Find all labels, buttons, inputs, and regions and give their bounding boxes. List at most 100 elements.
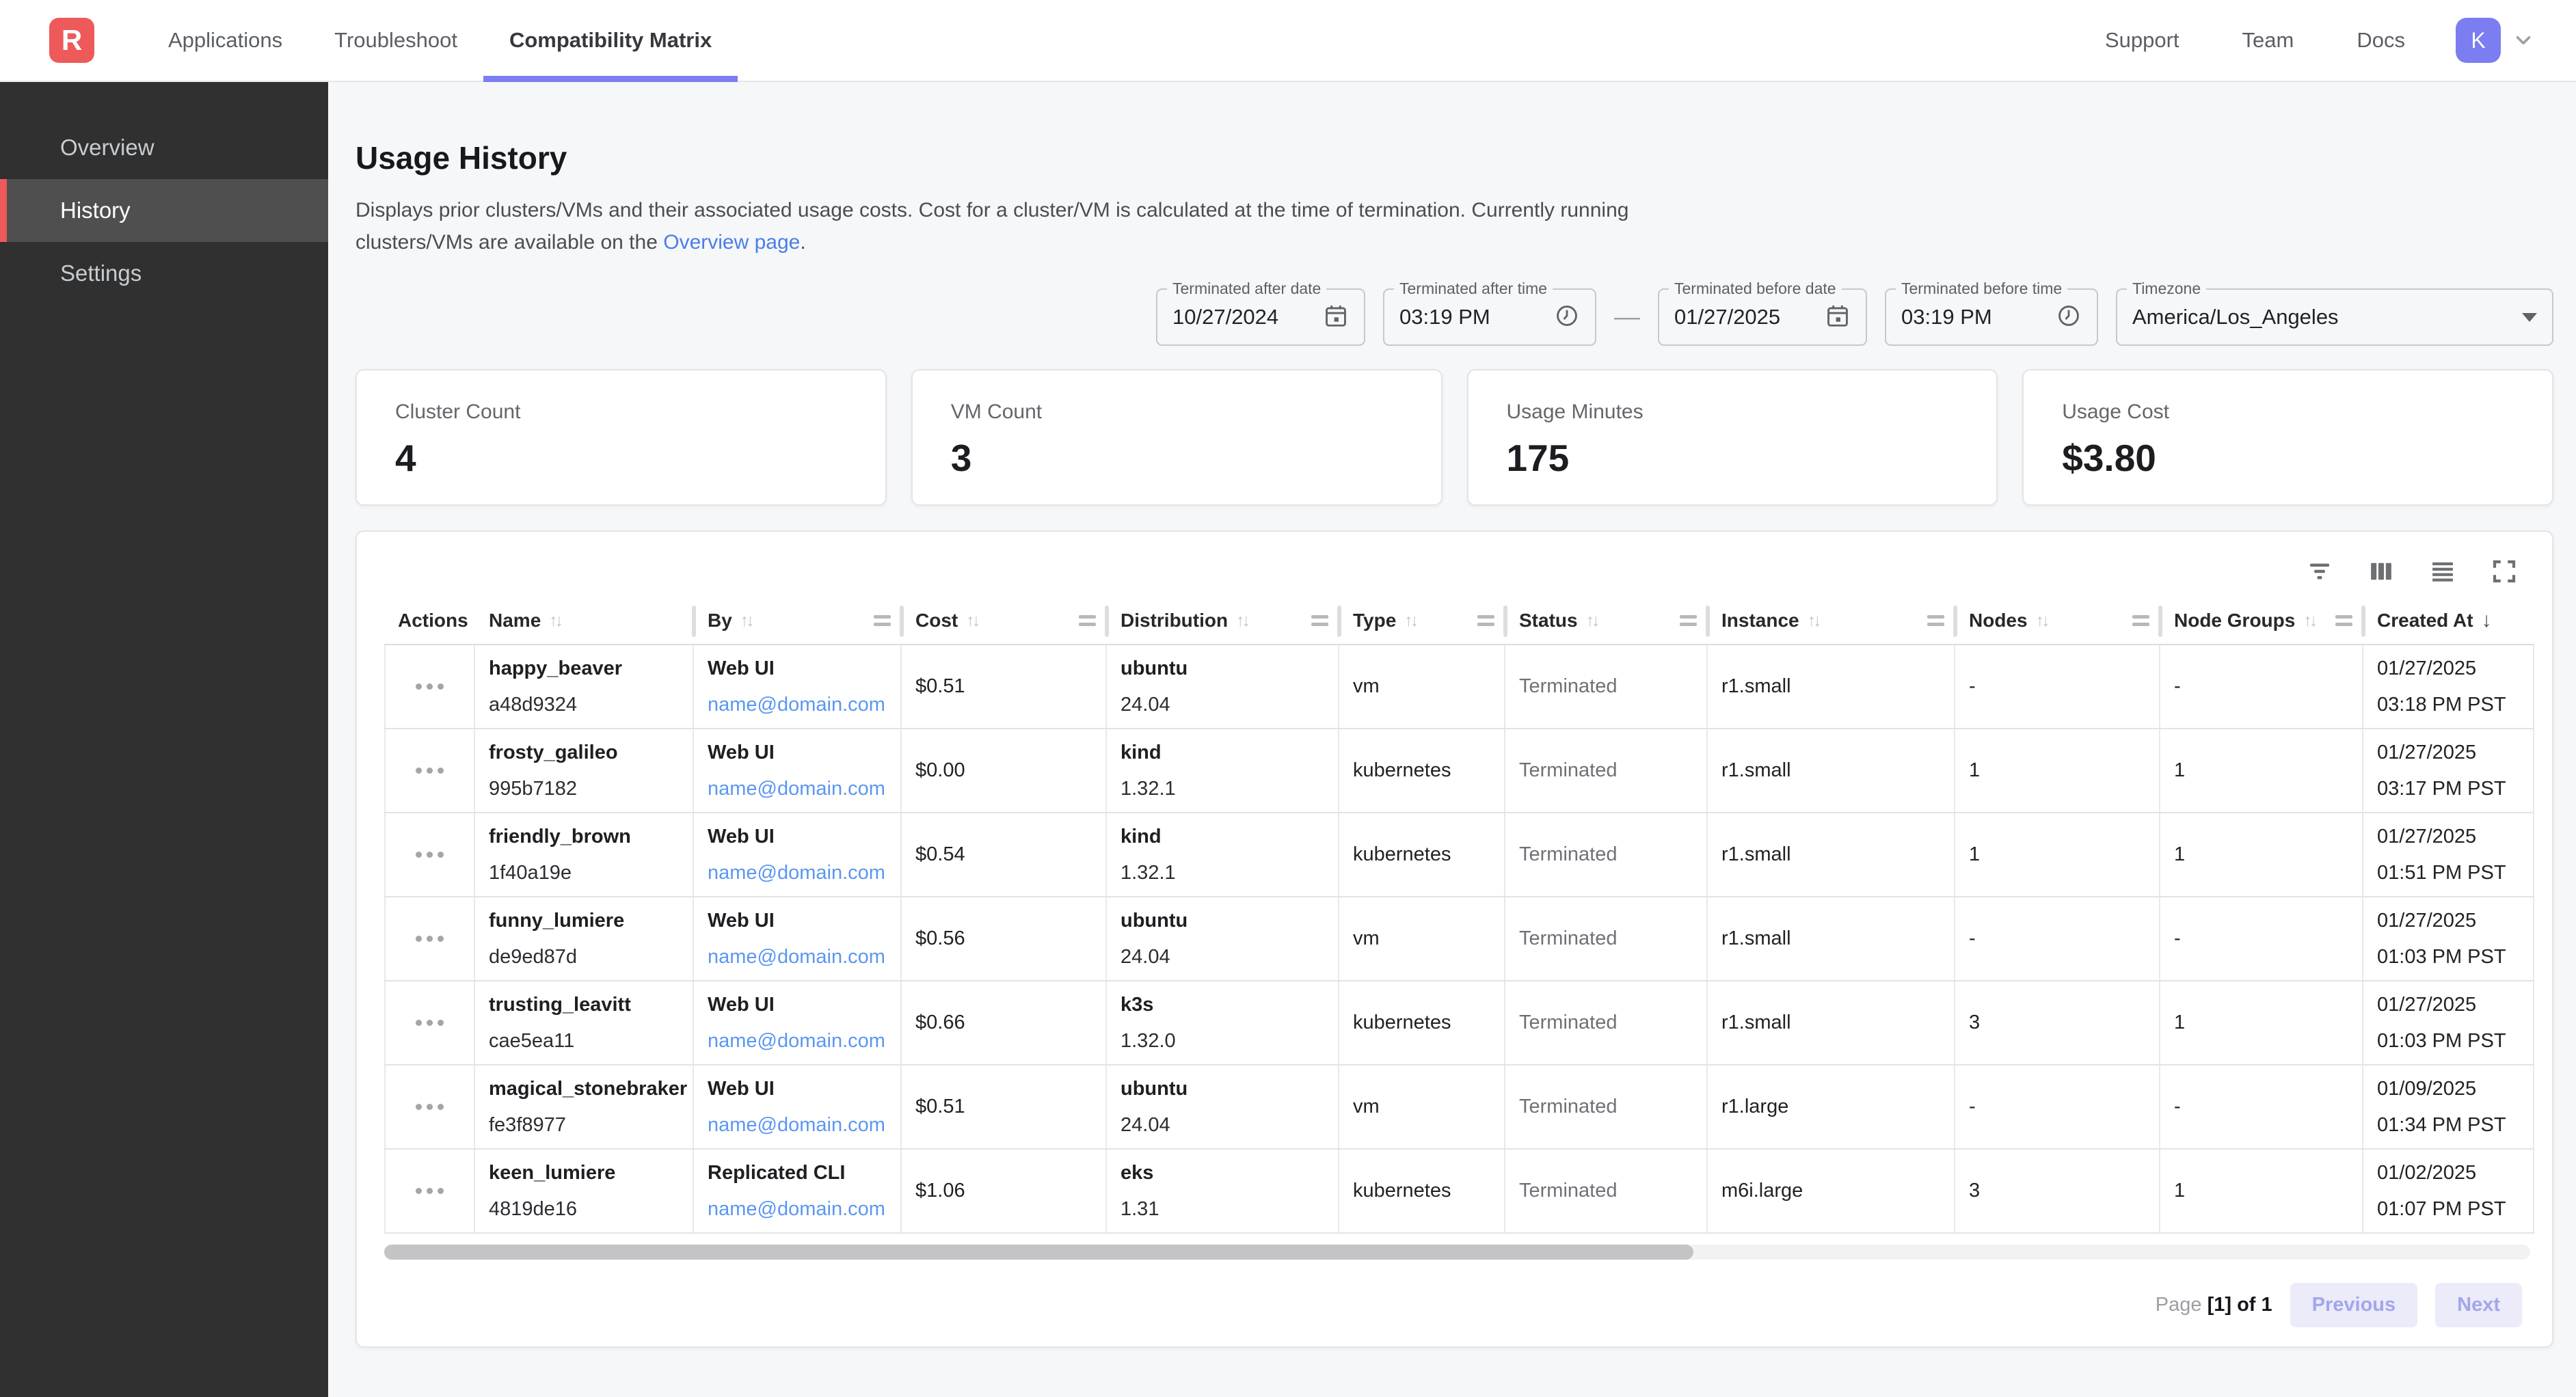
- created-by-source: Web UI: [708, 1078, 900, 1100]
- previous-page-button[interactable]: Previous: [2290, 1283, 2418, 1327]
- created-by-email-link[interactable]: name@domain.com: [708, 946, 900, 968]
- distribution-name: eks: [1121, 1162, 1338, 1184]
- nav-tab-troubleshoot[interactable]: Troubleshoot: [308, 0, 483, 81]
- distribution-name: kind: [1121, 742, 1338, 764]
- calendar-icon[interactable]: [1323, 303, 1349, 332]
- column-label: Instance: [1721, 610, 1799, 632]
- cell-distribution: k3s1.32.0: [1107, 981, 1339, 1064]
- table-row: happy_beavera48d9324Web UIname@domain.co…: [384, 645, 2534, 729]
- created-by-email-link[interactable]: name@domain.com: [708, 778, 900, 800]
- cluster-id: 995b7182: [489, 778, 693, 800]
- cell-distribution: kind1.32.1: [1107, 813, 1339, 896]
- user-avatar[interactable]: K: [2456, 18, 2501, 63]
- column-resize-handle[interactable]: [1079, 611, 1096, 630]
- nodes-count: -: [1969, 927, 2159, 950]
- nodes-count: -: [1969, 1096, 2159, 1118]
- column-header-cost[interactable]: Cost↑↓: [902, 597, 1107, 644]
- app-root: R ApplicationsTroubleshootCompatibility …: [0, 0, 2576, 1397]
- nav-tab-compatibility-matrix[interactable]: Compatibility Matrix: [483, 0, 738, 81]
- row-actions-button[interactable]: [409, 845, 451, 865]
- row-actions-button[interactable]: [409, 1013, 451, 1033]
- field-value: America/Los_Angeles: [2132, 305, 2339, 329]
- cell-by: Web UIname@domain.com: [694, 981, 902, 1064]
- sidebar-item-history[interactable]: History: [0, 179, 328, 242]
- row-actions-button[interactable]: [409, 929, 451, 949]
- cluster-name: funny_lumiere: [489, 910, 693, 932]
- column-header-type[interactable]: Type↑↓: [1339, 597, 1505, 644]
- sidebar-item-overview[interactable]: Overview: [0, 116, 328, 179]
- sidebar-item-settings[interactable]: Settings: [0, 242, 328, 305]
- clock-icon[interactable]: [2056, 303, 2082, 332]
- column-resize-handle[interactable]: [1311, 611, 1328, 630]
- column-resize-handle[interactable]: [2132, 611, 2149, 630]
- type-value: vm: [1353, 675, 1504, 698]
- column-resize-handle[interactable]: [874, 611, 891, 630]
- column-resize-handle[interactable]: [2335, 611, 2352, 630]
- nav-link-team[interactable]: Team: [2242, 28, 2294, 53]
- column-header-status[interactable]: Status↑↓: [1505, 597, 1708, 644]
- column-header-instance[interactable]: Instance↑↓: [1708, 597, 1955, 644]
- column-header-name[interactable]: Name↑↓: [475, 597, 694, 644]
- created-by-email-link[interactable]: name@domain.com: [708, 862, 900, 884]
- chevron-down-icon[interactable]: [2512, 29, 2535, 52]
- terminated-before-time-input[interactable]: Terminated before time 03:19 PM: [1885, 288, 2098, 346]
- distribution-version: 24.04: [1121, 694, 1338, 716]
- distribution-name: ubuntu: [1121, 657, 1338, 680]
- column-label: Actions: [398, 610, 468, 632]
- column-header-nodes[interactable]: Nodes↑↓: [1955, 597, 2160, 644]
- column-header-created[interactable]: Created At↓: [2363, 597, 2534, 644]
- horizontal-scrollbar-track: [384, 1245, 2530, 1260]
- overview-page-link[interactable]: Overview page: [663, 231, 800, 254]
- row-actions-button[interactable]: [409, 1181, 451, 1201]
- table-row: frosty_galileo995b7182Web UIname@domain.…: [384, 729, 2534, 813]
- column-header-node_groups[interactable]: Node Groups↑↓: [2160, 597, 2363, 644]
- type-value: kubernetes: [1353, 1180, 1504, 1202]
- usage-table: Actions Name↑↓By↑↓Cost↑↓Distribution↑↓Typ…: [384, 597, 2534, 1234]
- column-header-by[interactable]: By↑↓: [694, 597, 902, 644]
- type-value: vm: [1353, 927, 1504, 950]
- fullscreen-icon[interactable]: [2489, 556, 2519, 586]
- main-content: Usage History Displays prior clusters/VM…: [328, 82, 2576, 1397]
- cell-nodes: 3: [1955, 1150, 2160, 1232]
- field-value: 10/27/2024: [1172, 305, 1278, 329]
- column-resize-handle[interactable]: [1477, 611, 1494, 630]
- stat-cards: Cluster Count 4 VM Count 3 Usage Minutes…: [355, 369, 2553, 506]
- page-indicator-value: [1] of 1: [2208, 1294, 2272, 1316]
- created-by-email-link[interactable]: name@domain.com: [708, 694, 900, 716]
- calendar-icon[interactable]: [1825, 303, 1851, 332]
- created-by-email-link[interactable]: name@domain.com: [708, 1114, 900, 1137]
- row-actions-button[interactable]: [409, 761, 451, 781]
- description-text: Displays prior clusters/VMs and their as…: [355, 199, 1628, 254]
- dropdown-caret-icon[interactable]: [2522, 313, 2537, 322]
- nav-link-support[interactable]: Support: [2105, 28, 2179, 53]
- view-columns-icon[interactable]: [2366, 556, 2396, 586]
- created-by-email-link[interactable]: name@domain.com: [708, 1030, 900, 1053]
- horizontal-scrollbar-thumb[interactable]: [384, 1245, 1693, 1260]
- cell-by: Replicated CLI name@domain.com: [694, 1150, 902, 1232]
- distribution-version: 1.31: [1121, 1198, 1338, 1221]
- cluster-id: a48d9324: [489, 694, 693, 716]
- filter-icon[interactable]: [2305, 556, 2335, 586]
- nav-tab-applications[interactable]: Applications: [142, 0, 308, 81]
- timezone-select[interactable]: Timezone America/Los_Angeles: [2116, 288, 2553, 346]
- column-resize-handle[interactable]: [1927, 611, 1944, 630]
- terminated-after-time-input[interactable]: Terminated after time 03:19 PM: [1383, 288, 1596, 346]
- terminated-before-date-input[interactable]: Terminated before date 01/27/2025: [1658, 288, 1867, 346]
- next-page-button[interactable]: Next: [2435, 1283, 2522, 1327]
- distribution-version: 24.04: [1121, 1114, 1338, 1137]
- column-header-distribution[interactable]: Distribution↑↓: [1107, 597, 1339, 644]
- created-by-source: Web UI: [708, 657, 900, 680]
- created-by-source: Replicated CLI: [708, 1162, 900, 1184]
- column-resize-handle[interactable]: [1680, 611, 1697, 630]
- cell-node_groups: 1: [2160, 981, 2363, 1064]
- distribution-name: kind: [1121, 826, 1338, 848]
- row-actions-button[interactable]: [409, 1097, 451, 1117]
- created-by-email-link[interactable]: name@domain.com: [708, 1198, 900, 1221]
- cell-cost: $0.54: [902, 813, 1107, 896]
- row-density-icon[interactable]: [2428, 556, 2458, 586]
- terminated-after-date-input[interactable]: Terminated after date 10/27/2024: [1156, 288, 1365, 346]
- clock-icon[interactable]: [1554, 303, 1580, 332]
- row-actions-button[interactable]: [409, 677, 451, 696]
- replicated-logo-icon[interactable]: R: [49, 18, 94, 63]
- nav-link-docs[interactable]: Docs: [2357, 28, 2405, 53]
